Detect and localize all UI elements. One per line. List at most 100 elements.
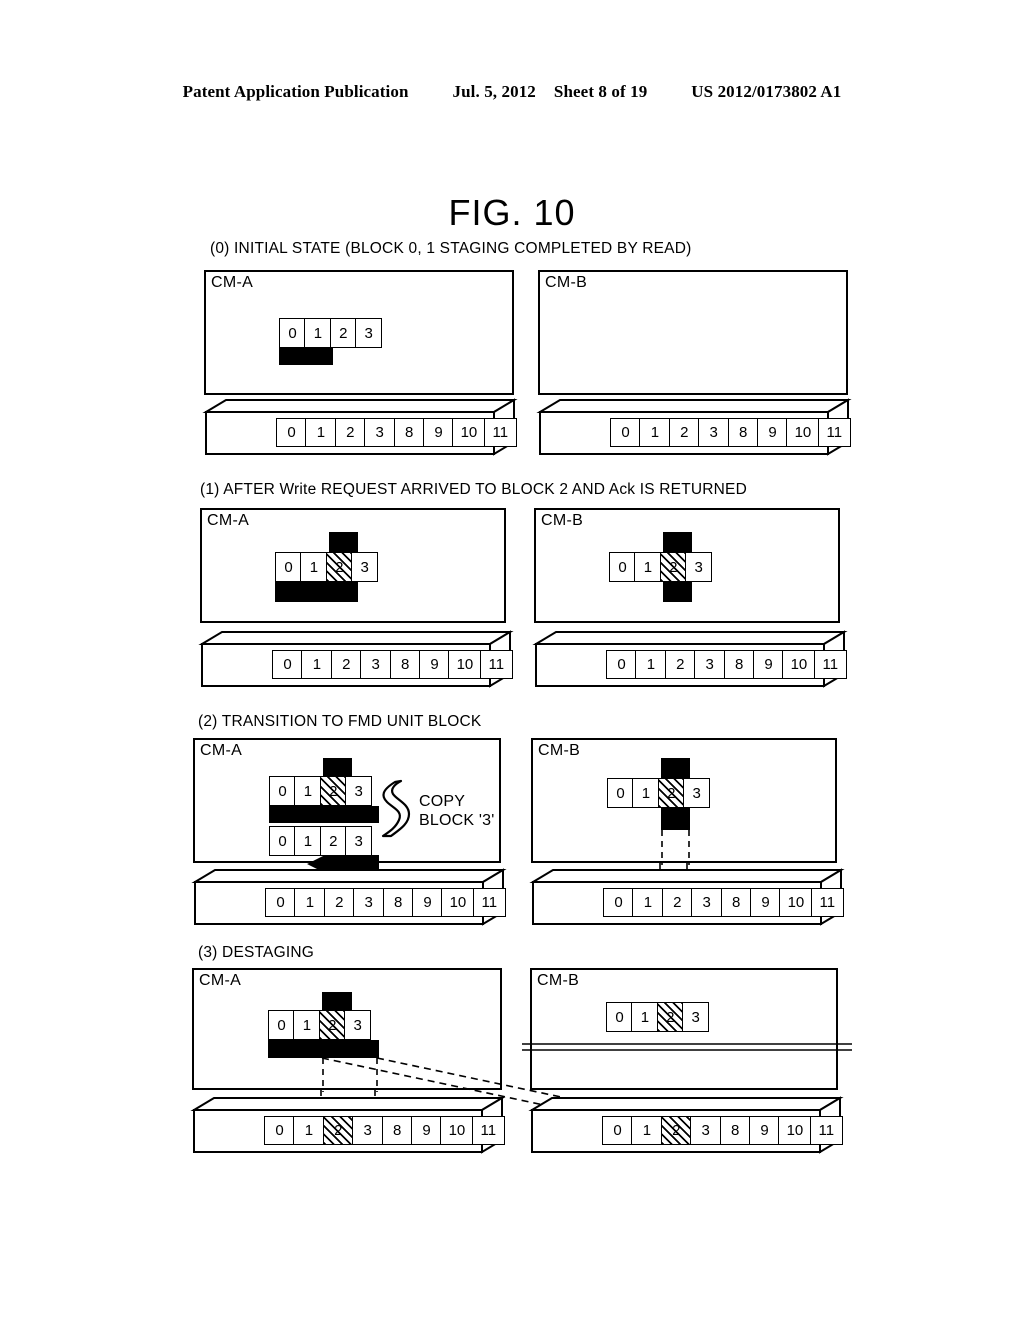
cache-block-strip-row1-cm-a-s2: 0 1 2 3 [269,776,373,806]
cache-cell-dirty: 2 [657,778,685,808]
drive-cell: 1 [305,418,337,447]
cache-cell-dirty: 2 [656,1002,684,1032]
drive-cell: 2 [330,650,362,679]
drive-block-strip-cm-b-s2: 0 1 2 3 8 9 10 11 [603,888,844,917]
document-number: US 2012/0173802 A1 [691,82,842,101]
drive-cell: 0 [610,418,641,447]
drive-cell-dirty: 2 [322,1116,354,1145]
page-header: Patent Application Publication Jul. 5, 2… [0,82,1024,102]
panel-cm-a-section-3: CM-A 0 1 2 3 [192,968,502,1092]
panel-cm-b-section-1: CM-B 0 1 2 3 [534,508,840,623]
cache-cell: 1 [294,826,322,856]
write-bar-below-cm-b-s1 [663,582,692,602]
sheet-number: Sheet 8 of 19 [553,82,648,101]
cache-block-strip-cm-a-s3: 0 1 2 3 [268,1010,372,1040]
panel-cm-a-section-0: CM-A 0 1 2 3 [204,270,514,395]
drive-cm-a-section-3: 0 1 2 3 8 9 10 11 [190,1096,506,1154]
cache-cell: 0 [275,552,302,582]
drive-cell: 8 [719,1116,751,1145]
drive-block-strip-cm-b-s1: 0 1 2 3 8 9 10 11 [606,650,847,679]
drive-cell: 8 [381,1116,413,1145]
dirty-bar-cm-a-s3 [268,1040,379,1058]
drive-cell: 0 [602,1116,633,1145]
drive-cell: 3 [353,888,385,917]
cache-cell-dirty: 2 [659,552,687,582]
cache-cell-dirty: 2 [319,776,347,806]
cache-cell: 1 [634,552,662,582]
drive-cell: 0 [272,650,303,679]
cache-block-strip-cm-a-s1: 0 1 2 3 [275,552,379,582]
panel-cm-b-section-0: CM-B [538,270,848,395]
drive-block-strip-cm-a-s0: 0 1 2 3 8 9 10 11 [276,418,517,447]
drive-cm-b-section-1: 0 1 2 3 8 9 10 11 [532,630,848,688]
drive-cell: 1 [301,650,333,679]
cache-cell: 0 [606,1002,633,1032]
drive-cm-a-section-0: 0 1 2 3 8 9 10 11 [202,398,518,456]
drive-cell: 9 [757,418,789,447]
drive-cm-b-section-0: 0 1 2 3 8 9 10 11 [536,398,852,456]
drive-cell: 8 [727,418,759,447]
drive-block-strip-cm-b-s0: 0 1 2 3 8 9 10 11 [610,418,851,447]
drive-cell: 0 [264,1116,295,1145]
cache-cell: 0 [268,1010,295,1040]
cache-cell: 1 [631,1002,659,1032]
cache-cell: 3 [685,552,713,582]
drive-cell: 1 [293,1116,325,1145]
copy-block-line-2: BLOCK '3' [419,812,495,829]
write-bar-above-cm-b-s2 [661,758,690,778]
cache-cell: 3 [344,1010,372,1040]
cm-a-label: CM-A [199,972,242,989]
write-bar-above-cm-a-s2 [323,758,352,776]
publication-date: Jul. 5, 2012 [452,82,536,101]
drive-block-strip-cm-b-s3: 0 1 2 3 8 9 10 11 [602,1116,843,1145]
drive-cell: 9 [412,888,444,917]
drive-cell: 9 [423,418,455,447]
drive-cell: 2 [323,888,355,917]
cache-block-strip-cm-b-s1: 0 1 2 3 [609,552,713,582]
drive-cell: 0 [265,888,296,917]
drive-cell: 10 [448,650,482,679]
drive-cell: 9 [749,1116,781,1145]
drive-cell: 8 [382,888,414,917]
section-2-caption: (2) TRANSITION TO FMD UNIT BLOCK [198,713,482,730]
copy-block-annotation: COPY BLOCK '3' [419,792,495,830]
drive-cell: 9 [411,1116,443,1145]
cache-cell: 2 [319,826,347,856]
cache-cell: 3 [683,778,711,808]
cache-cell: 1 [632,778,660,808]
cm-a-label: CM-A [211,274,254,291]
drive-cell: 11 [479,650,513,679]
write-bar-below-cm-b-s2 [661,808,690,830]
section-3-caption: (3) DESTAGING [198,944,314,961]
drive-cell: 8 [393,418,425,447]
drive-block-strip-cm-a-s1: 0 1 2 3 8 9 10 11 [272,650,513,679]
drive-block-strip-cm-a-s2: 0 1 2 3 8 9 10 11 [265,888,506,917]
cache-cell: 3 [345,776,373,806]
panel-cm-b-section-3: CM-B 0 1 2 3 [530,968,838,1090]
cache-cell: 0 [279,318,306,348]
cache-cell: 0 [269,826,296,856]
cm-b-label: CM-B [541,512,584,529]
write-bar-above-cm-b-s1 [663,532,692,552]
cache-block-strip-cm-b-s2: 0 1 2 3 [607,778,711,808]
drive-cell: 10 [782,650,816,679]
drive-cell: 0 [606,650,637,679]
drive-cell: 11 [483,418,517,447]
drive-cell: 0 [276,418,307,447]
cache-cell: 1 [294,776,322,806]
drive-cell: 10 [786,418,820,447]
cache-cell: 3 [682,1002,710,1032]
write-bar-above-cm-a-s1 [329,532,358,552]
drive-cell: 3 [691,888,723,917]
drive-cell: 10 [440,1116,474,1145]
cache-cell: 2 [329,318,357,348]
panel-cm-a-section-2: CM-A 0 1 2 3 0 1 2 3 COPY BLOCK '3' [193,738,501,872]
cache-cell: 0 [607,778,634,808]
drive-cell: 3 [698,418,730,447]
section-0-caption: (0) INITIAL STATE (BLOCK 0, 1 STAGING CO… [210,240,692,257]
cache-block-strip-cm-b-s3: 0 1 2 3 [606,1002,710,1032]
drive-cell: 3 [690,1116,722,1145]
drive-cell: 2 [668,418,700,447]
cache-block-strip-row2-cm-a-s2: 0 1 2 3 [269,826,373,856]
drive-cell: 2 [661,888,693,917]
